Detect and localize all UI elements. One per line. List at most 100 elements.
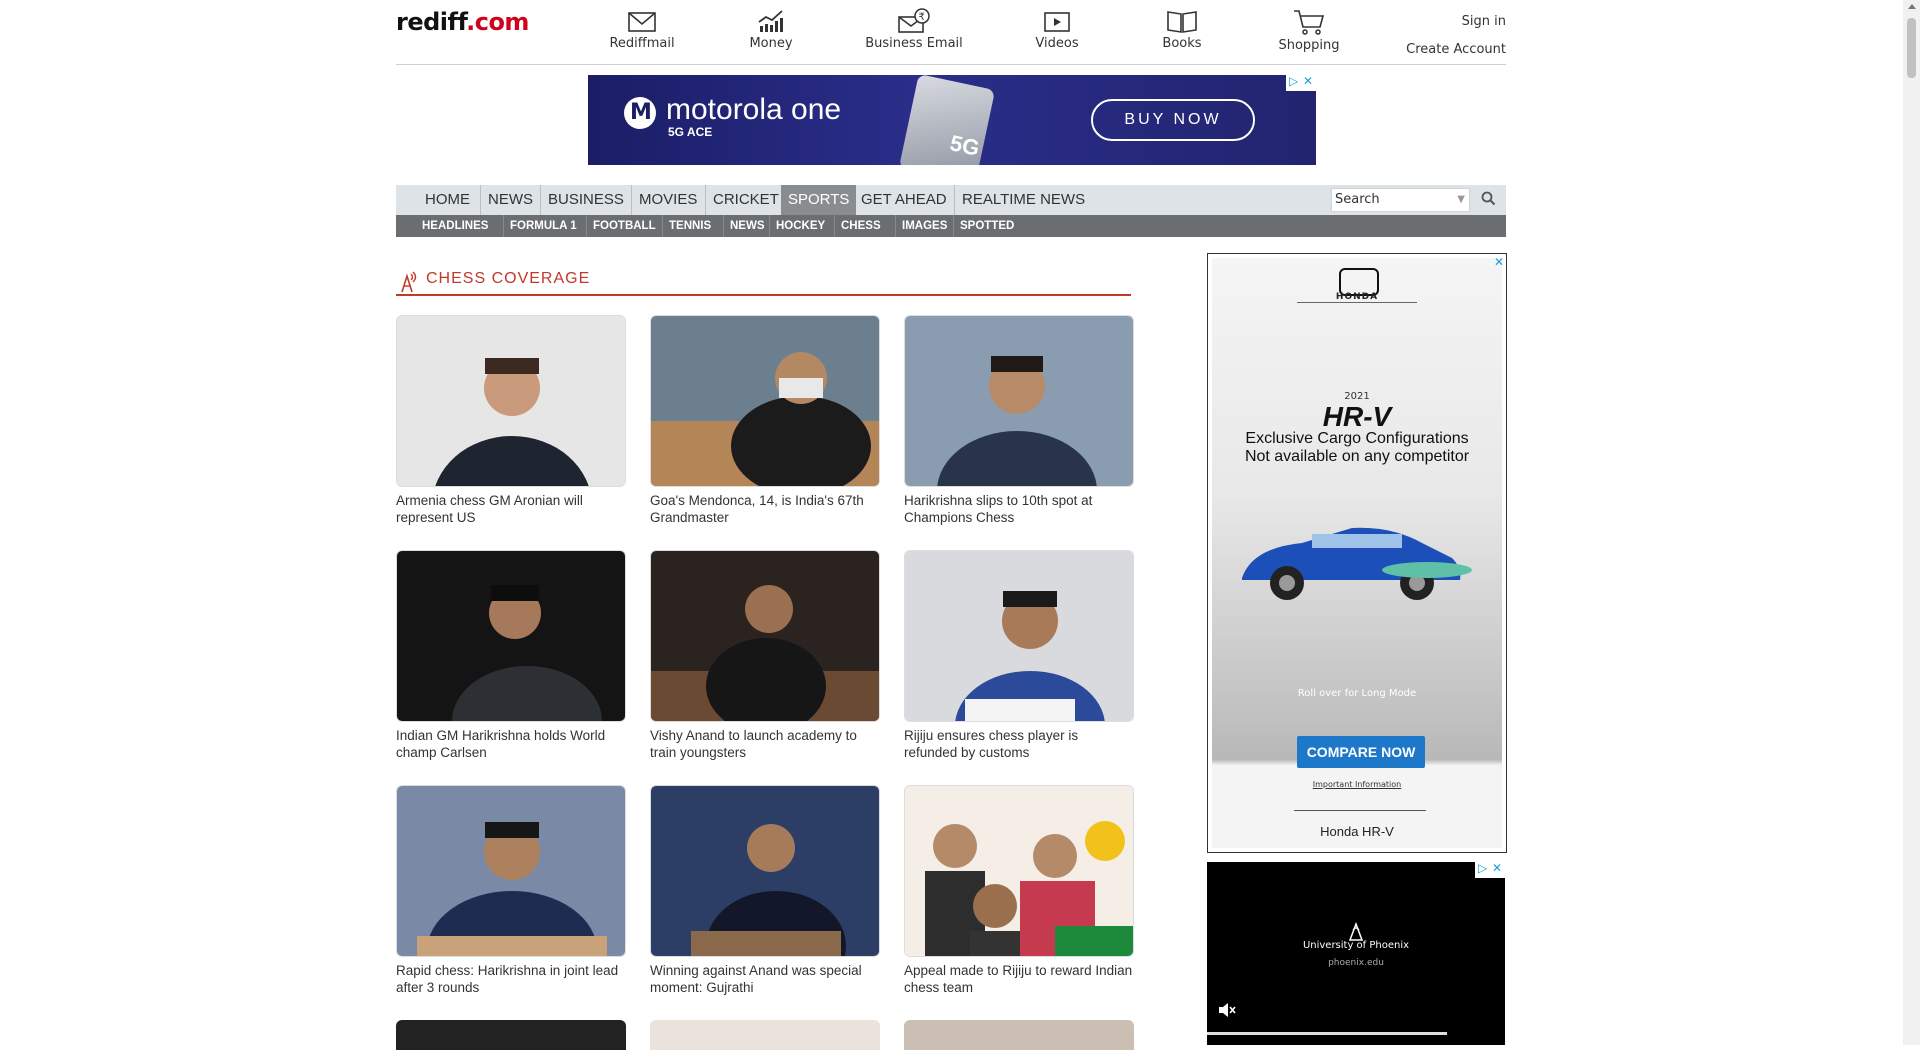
subnav-tennis[interactable]: TENNIS	[662, 215, 717, 237]
svg-text:₹: ₹	[919, 12, 925, 23]
story-image[interactable]	[396, 315, 626, 487]
story-card[interactable]: Appeal made to Rijiju to reward Indian c…	[904, 785, 1134, 996]
story-card[interactable]: Armenia chess GM Aronian will represent …	[396, 315, 626, 526]
section-nav: HOME NEWS BUSINESS MOVIES CRICKET SPORTS…	[396, 185, 1506, 215]
story-card[interactable]: Goa's Mendonca, 14, is India's 67th Gran…	[650, 315, 880, 526]
account-links: Sign in Create Account	[1406, 8, 1506, 64]
mail-icon	[628, 12, 656, 32]
topnav-rediffmail[interactable]: Rediffmail	[592, 6, 692, 51]
story-card[interactable]: Rijiju ensures chess player is refunded …	[904, 550, 1134, 761]
nav-realtime-news[interactable]: REALTIME NEWS	[954, 185, 1092, 215]
story-caption[interactable]: Harikrishna slips to 10th spot at Champi…	[904, 492, 1134, 526]
story-image-partial[interactable]	[904, 1020, 1134, 1050]
story-image-partial[interactable]	[396, 1020, 626, 1050]
subnav-hockey[interactable]: HOCKEY	[769, 215, 831, 237]
page-scrollbar[interactable]	[1903, 0, 1920, 1045]
topnav-videos[interactable]: Videos	[1007, 6, 1107, 51]
story-caption[interactable]: Rijiju ensures chess player is refunded …	[904, 727, 1134, 761]
header-divider	[396, 64, 1506, 65]
subnav-headlines[interactable]: HEADLINES	[416, 215, 494, 237]
nav-movies[interactable]: MOVIES	[631, 185, 704, 215]
motorola-ad-banner[interactable]: motorola one 5G ACE 5G BUY NOW ▷✕	[588, 75, 1316, 165]
nav-home[interactable]: HOME	[418, 185, 477, 215]
ad-line2: Not available on any competitor	[1244, 448, 1470, 465]
nav-sports[interactable]: SPORTS	[781, 185, 857, 215]
ad-sub: 5G ACE	[668, 125, 713, 139]
mute-icon[interactable]	[1217, 1002, 1237, 1018]
search-icon[interactable]	[1480, 190, 1498, 208]
rediff-logo[interactable]: rediff.com	[396, 8, 529, 36]
video-progress-bar[interactable]	[1207, 1032, 1447, 1035]
chart-icon	[758, 10, 783, 32]
ad-brand: motorola one	[666, 93, 842, 126]
scroll-up-arrow-icon[interactable]	[1908, 4, 1916, 9]
create-account-link[interactable]: Create Account	[1406, 36, 1506, 64]
nav-news[interactable]: NEWS	[480, 185, 540, 215]
topnav-label: Books	[1162, 36, 1202, 51]
story-caption[interactable]: Armenia chess GM Aronian will represent …	[396, 492, 626, 526]
nav-business[interactable]: BUSINESS	[540, 185, 631, 215]
chevron-down-icon[interactable]: ▼	[1457, 189, 1465, 211]
topnav-shopping[interactable]: Shopping	[1259, 6, 1359, 53]
subnav-spotted[interactable]: SPOTTED	[953, 215, 1020, 237]
story-image-partial[interactable]	[650, 1020, 880, 1050]
story-image[interactable]	[904, 315, 1134, 487]
topnav-label: Money	[749, 36, 793, 51]
topnav-label: Shopping	[1278, 38, 1340, 53]
subnav-chess[interactable]: CHESS	[834, 215, 887, 237]
nav-get-ahead[interactable]: GET AHEAD	[854, 185, 954, 215]
story-image[interactable]	[904, 785, 1134, 957]
story-caption[interactable]: Rapid chess: Harikrishna in joint lead a…	[396, 962, 626, 996]
topnav-business-email[interactable]: ₹ Business Email	[864, 6, 964, 51]
topnav-money[interactable]: Money	[721, 6, 821, 51]
subnav-news[interactable]: NEWS	[723, 215, 771, 237]
topnav-label: Business Email	[865, 36, 963, 51]
video-icon	[1044, 12, 1070, 32]
divider	[1294, 810, 1426, 811]
nav-cricket[interactable]: CRICKET	[705, 185, 786, 215]
story-image[interactable]	[650, 315, 880, 487]
phoenix-video-ad[interactable]: University of Phoenix phoenix.edu ▷ ✕	[1207, 862, 1505, 1045]
story-image[interactable]	[904, 550, 1134, 722]
cart-icon	[1294, 10, 1325, 35]
business-email-icon: ₹	[898, 8, 930, 33]
ad-footer: Honda HR-V	[1320, 824, 1394, 839]
divider	[1297, 302, 1417, 303]
story-card[interactable]: Vishy Anand to launch academy to train y…	[650, 550, 880, 761]
honda-brand: HONDA	[1335, 292, 1379, 302]
buy-now-button[interactable]: BUY NOW	[1091, 99, 1255, 141]
sign-in-link[interactable]: Sign in	[1406, 8, 1506, 36]
story-image[interactable]	[650, 785, 880, 957]
story-card[interactable]: Winning against Anand was special moment…	[650, 785, 880, 996]
subnav-images[interactable]: IMAGES	[895, 215, 953, 237]
story-caption[interactable]: Vishy Anand to launch academy to train y…	[650, 727, 880, 761]
compare-now-button[interactable]: COMPARE NOW	[1297, 736, 1425, 768]
section-title: CHESS COVERAGE	[426, 270, 591, 287]
subnav-formula1[interactable]: FORMULA 1	[503, 215, 583, 237]
story-caption[interactable]: Goa's Mendonca, 14, is India's 67th Gran…	[650, 492, 880, 526]
close-icon[interactable]: ✕	[1494, 255, 1504, 269]
honda-ad[interactable]: HONDA 2021 HR-V Exclusive Cargo Configur…	[1207, 253, 1507, 853]
page: rediff.com Rediffmail Money ₹ Business E…	[0, 0, 1900, 1050]
topnav-label: Rediffmail	[609, 36, 675, 51]
ad-brand: University of Phoenix	[1302, 940, 1410, 951]
adchoices-icon[interactable]: ▷ ✕	[1286, 75, 1316, 91]
story-caption[interactable]: Appeal made to Rijiju to reward Indian c…	[904, 962, 1134, 996]
scrollbar-thumb[interactable]	[1907, 18, 1916, 78]
ad-url: phoenix.edu	[1328, 958, 1384, 968]
search-placeholder: Search	[1335, 192, 1380, 207]
topnav-books[interactable]: Books	[1132, 6, 1232, 51]
story-card[interactable]: Indian GM Harikrishna holds World champ …	[396, 550, 626, 761]
story-image[interactable]	[396, 785, 626, 957]
subnav-football[interactable]: FOOTBALL	[586, 215, 662, 237]
sports-subnav: HEADLINES FORMULA 1 FOOTBALL TENNIS NEWS…	[396, 215, 1506, 237]
story-card[interactable]: Harikrishna slips to 10th spot at Champi…	[904, 315, 1134, 526]
story-card[interactable]: Rapid chess: Harikrishna in joint lead a…	[396, 785, 626, 996]
adchoices-icon[interactable]: ▷ ✕	[1475, 862, 1505, 878]
story-caption[interactable]: Indian GM Harikrishna holds World champ …	[396, 727, 626, 761]
important-info-link[interactable]: Important Information	[1212, 780, 1502, 789]
story-image[interactable]	[396, 550, 626, 722]
story-caption[interactable]: Winning against Anand was special moment…	[650, 962, 880, 996]
story-image[interactable]	[650, 550, 880, 722]
search-input[interactable]: Search ▼	[1331, 188, 1470, 212]
